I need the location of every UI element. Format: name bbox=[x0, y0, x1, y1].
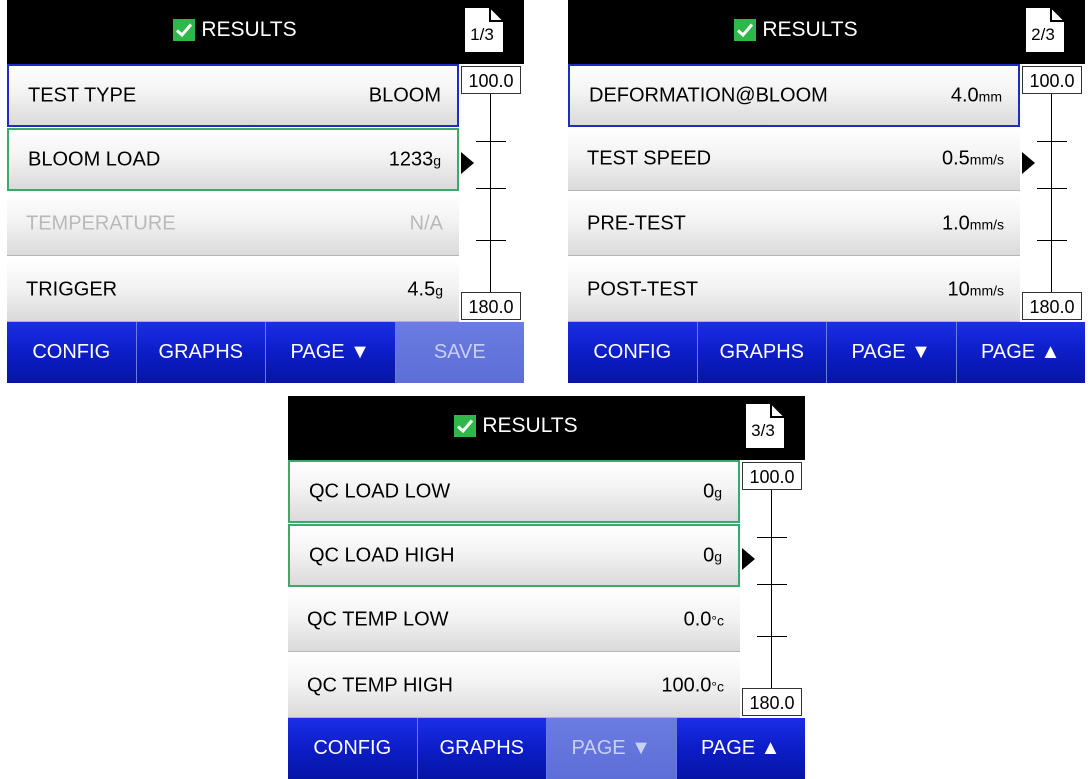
row-label: PRE-TEST bbox=[587, 212, 686, 235]
row-value: 100.0°c bbox=[661, 674, 724, 696]
page-down-button[interactable]: PAGE ▼ bbox=[826, 322, 956, 383]
results-list: DEFORMATION@BLOOM 4.0mm TEST SPEED 0.5mm… bbox=[568, 64, 1020, 322]
scale-tick bbox=[476, 188, 506, 189]
results-screen-page-3: RESULTS 3/3 QC LOAD LOW 0g QC LOAD HIGH … bbox=[288, 396, 805, 779]
page-icon[interactable]: 3/3 bbox=[743, 401, 787, 451]
row-value: 1233g bbox=[388, 148, 441, 170]
results-screen-page-1: RESULTS 1/3 TEST TYPE BLOOM BLOOM LOAD 1… bbox=[7, 0, 524, 383]
graphs-button[interactable]: GRAPHS bbox=[416, 718, 546, 779]
scale-bottom-value: 180.0 bbox=[461, 292, 521, 320]
checkmark-icon bbox=[454, 415, 477, 437]
title-text: RESULTS bbox=[482, 414, 578, 437]
header-bar: RESULTS 2/3 bbox=[568, 0, 1085, 64]
page-counter: 3/3 bbox=[751, 421, 775, 440]
scale-bottom-value: 180.0 bbox=[1022, 292, 1082, 320]
row-value: 0.0°c bbox=[683, 608, 724, 631]
checkmark-icon bbox=[173, 19, 196, 41]
result-row-deformation-bloom[interactable]: DEFORMATION@BLOOM 4.0mm bbox=[568, 64, 1020, 127]
row-value: 0g bbox=[703, 544, 722, 566]
result-row-bloom-load[interactable]: BLOOM LOAD 1233g bbox=[7, 128, 459, 191]
checkmark-icon bbox=[734, 19, 757, 41]
scale-tick bbox=[476, 141, 506, 142]
scale-tick bbox=[1037, 141, 1067, 142]
results-list: TEST TYPE BLOOM BLOOM LOAD 1233g TEMPERA… bbox=[7, 64, 459, 322]
page-down-button[interactable]: PAGE ▼ bbox=[265, 322, 395, 383]
config-button[interactable]: CONFIG bbox=[7, 322, 136, 383]
header-title: RESULTS bbox=[288, 396, 744, 460]
scale-top-value: 100.0 bbox=[1022, 66, 1082, 94]
row-label: POST-TEST bbox=[587, 278, 699, 300]
button-bar: CONFIG GRAPHS PAGE ▼ SAVE bbox=[7, 322, 524, 383]
config-button[interactable]: CONFIG bbox=[288, 718, 417, 779]
result-row-pre-test[interactable]: PRE-TEST 1.0mm/s bbox=[568, 193, 1020, 256]
row-value: 1.0mm/s bbox=[941, 212, 1004, 235]
scale-tick bbox=[757, 636, 787, 637]
row-label: TEST TYPE bbox=[28, 84, 137, 106]
row-value: 0g bbox=[703, 480, 722, 502]
button-bar: CONFIG GRAPHS PAGE ▼ PAGE ▲ bbox=[288, 718, 805, 779]
row-value: N/A bbox=[409, 212, 443, 235]
scale-bottom-value: 180.0 bbox=[742, 688, 802, 716]
scale-tick bbox=[757, 584, 787, 585]
pointer-arrow-icon bbox=[1022, 152, 1035, 174]
graphs-button[interactable]: GRAPHS bbox=[696, 322, 826, 383]
row-label: QC TEMP LOW bbox=[307, 608, 449, 631]
title-text: RESULTS bbox=[201, 18, 297, 41]
pointer-arrow-icon bbox=[742, 548, 755, 570]
graphs-button[interactable]: GRAPHS bbox=[135, 322, 265, 383]
page-icon[interactable]: 1/3 bbox=[462, 5, 506, 55]
header-title: RESULTS bbox=[568, 0, 1024, 64]
pointer-arrow-icon bbox=[461, 152, 474, 174]
header-title: RESULTS bbox=[7, 0, 463, 64]
config-button[interactable]: CONFIG bbox=[568, 322, 697, 383]
scale-tick bbox=[1037, 240, 1067, 241]
scroll-scale[interactable]: 100.0 180.0 bbox=[740, 460, 805, 718]
results-screen-page-2: RESULTS 2/3 DEFORMATION@BLOOM 4.0mm TEST… bbox=[568, 0, 1085, 383]
row-label: QC LOAD LOW bbox=[309, 480, 451, 502]
row-value: 4.5g bbox=[407, 278, 443, 300]
result-row-temperature: TEMPERATURE N/A bbox=[7, 193, 459, 256]
scale-line bbox=[490, 94, 491, 292]
row-label: DEFORMATION@BLOOM bbox=[589, 84, 828, 106]
title-text: RESULTS bbox=[762, 18, 858, 41]
row-label: QC LOAD HIGH bbox=[309, 544, 455, 566]
row-value: 10mm/s bbox=[947, 278, 1004, 300]
row-value: 4.0mm bbox=[950, 84, 1002, 106]
row-value: 0.5mm/s bbox=[941, 147, 1004, 170]
page-down-button[interactable]: PAGE ▼ bbox=[546, 718, 676, 779]
scroll-scale[interactable]: 100.0 180.0 bbox=[459, 64, 524, 322]
scale-top-value: 100.0 bbox=[461, 66, 521, 94]
row-label: BLOOM LOAD bbox=[28, 148, 161, 170]
scroll-scale[interactable]: 100.0 180.0 bbox=[1020, 64, 1085, 322]
row-label: TEST SPEED bbox=[587, 147, 712, 170]
save-button[interactable]: SAVE bbox=[394, 322, 524, 383]
result-row-qc-temp-low[interactable]: QC TEMP LOW 0.0°c bbox=[288, 589, 740, 652]
result-row-qc-load-low[interactable]: QC LOAD LOW 0g bbox=[288, 460, 740, 523]
results-list: QC LOAD LOW 0g QC LOAD HIGH 0g QC TEMP L… bbox=[288, 460, 740, 718]
result-row-test-type[interactable]: TEST TYPE BLOOM bbox=[7, 64, 459, 127]
page-up-button[interactable]: PAGE ▲ bbox=[675, 718, 805, 779]
button-bar: CONFIG GRAPHS PAGE ▼ PAGE ▲ bbox=[568, 322, 1085, 383]
page-counter: 2/3 bbox=[1031, 25, 1055, 44]
scale-tick bbox=[757, 537, 787, 538]
result-row-qc-load-high[interactable]: QC LOAD HIGH 0g bbox=[288, 524, 740, 587]
scale-top-value: 100.0 bbox=[742, 462, 802, 490]
page-icon[interactable]: 2/3 bbox=[1023, 5, 1067, 55]
page-counter: 1/3 bbox=[470, 25, 494, 44]
result-row-post-test[interactable]: POST-TEST 10mm/s bbox=[568, 258, 1020, 322]
scale-tick bbox=[1037, 188, 1067, 189]
scale-line bbox=[771, 490, 772, 688]
result-row-trigger[interactable]: TRIGGER 4.5g bbox=[7, 258, 459, 322]
row-label: QC TEMP HIGH bbox=[307, 674, 453, 696]
page-up-button[interactable]: PAGE ▲ bbox=[955, 322, 1085, 383]
row-value: BLOOM bbox=[368, 84, 441, 106]
row-label: TEMPERATURE bbox=[26, 212, 176, 235]
header-bar: RESULTS 3/3 bbox=[288, 396, 805, 460]
header-bar: RESULTS 1/3 bbox=[7, 0, 524, 64]
scale-line bbox=[1051, 94, 1052, 292]
row-label: TRIGGER bbox=[26, 278, 118, 300]
result-row-qc-temp-high[interactable]: QC TEMP HIGH 100.0°c bbox=[288, 654, 740, 718]
scale-tick bbox=[476, 240, 506, 241]
result-row-test-speed[interactable]: TEST SPEED 0.5mm/s bbox=[568, 128, 1020, 191]
